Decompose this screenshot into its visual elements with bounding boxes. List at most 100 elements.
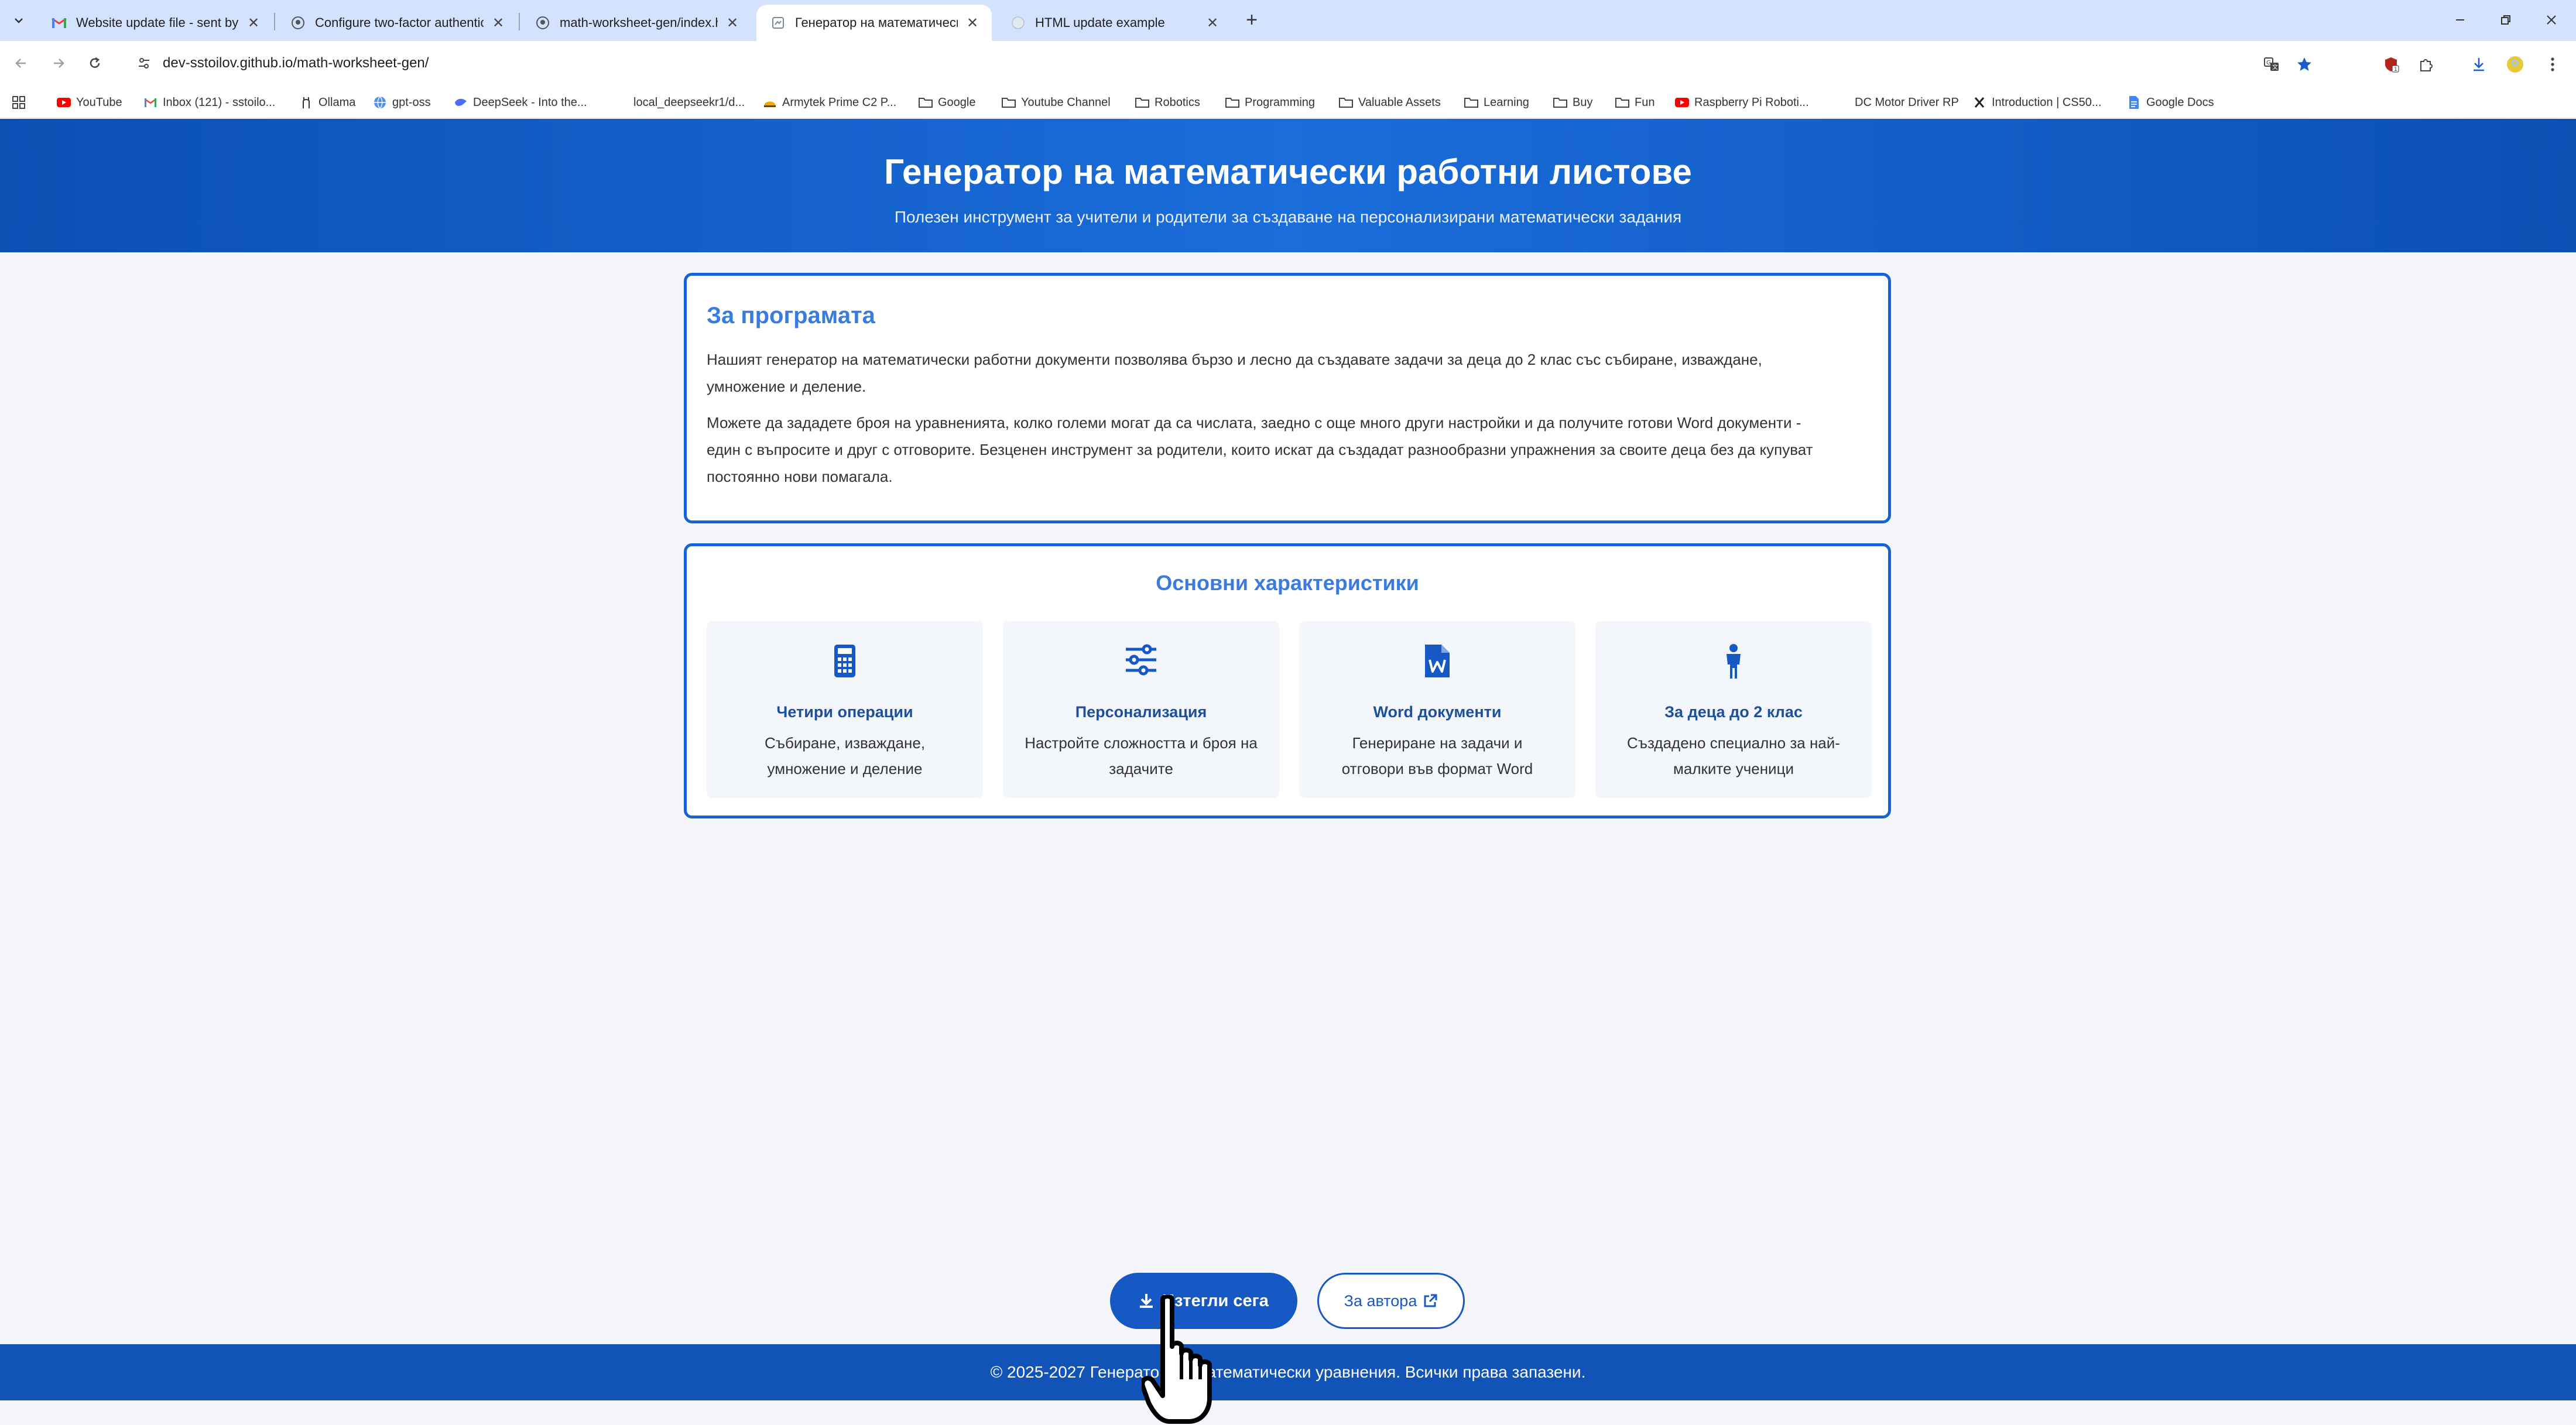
arrow-left-icon xyxy=(15,59,26,68)
chevron-down-icon xyxy=(15,18,23,23)
extension-shield-icon[interactable]: 1 xyxy=(2379,53,2403,76)
bookmark-ollama[interactable]: Ollama xyxy=(299,93,355,112)
gmail-icon xyxy=(143,95,158,110)
address-bar[interactable]: dev-sstoilov.github.io/math-worksheet-ge… xyxy=(130,48,2296,78)
bookmark-label: YouTube xyxy=(76,95,122,109)
github-icon xyxy=(535,15,550,30)
forward-button[interactable] xyxy=(47,52,70,75)
bookmark-folder-buy[interactable]: Buy xyxy=(1553,93,1592,112)
bookmark-folder-programming[interactable]: Programming xyxy=(1225,93,1315,112)
reload-button[interactable] xyxy=(83,52,107,75)
hand-pointer-cursor-icon xyxy=(1142,1295,1212,1424)
youtube-icon xyxy=(1674,95,1690,110)
bookmarks-bar: YouTube Inbox (121) - sstoilo... Ollama … xyxy=(0,85,2576,118)
bookmark-label: Fun xyxy=(1635,95,1655,109)
bookmark-label: Programming xyxy=(1245,95,1316,109)
external-link-icon xyxy=(1423,1293,1438,1308)
tab-strip: Website update file - sent by st ✕ Confi… xyxy=(0,0,2576,41)
url-text: dev-sstoilov.github.io/math-worksheet-ge… xyxy=(163,55,429,71)
tab-github-2fa[interactable]: Configure two-factor authentic ✕ xyxy=(276,5,518,41)
gmail-icon xyxy=(52,15,67,30)
tab-html-example[interactable]: HTML update example ✕ xyxy=(996,5,1232,41)
close-tab-icon[interactable]: ✕ xyxy=(724,14,741,32)
tab-math-generator[interactable]: Генератор на математически р ✕ xyxy=(756,5,992,41)
folder-icon xyxy=(1464,95,1479,110)
globe-icon xyxy=(372,95,388,110)
bookmark-inbox[interactable]: Inbox (121) - sstoilo... xyxy=(143,93,275,112)
extensions-puzzle-icon[interactable] xyxy=(2414,53,2438,76)
about-card: За програмата Нашият генератор на матема… xyxy=(684,273,1891,523)
hero-banner: Генератор на математически работни листо… xyxy=(0,119,2576,252)
close-window-button[interactable] xyxy=(2528,6,2575,34)
bookmark-label: Robotics xyxy=(1155,95,1200,109)
bookmark-local-deepseek[interactable]: local_deepseekr1/d... xyxy=(624,93,745,112)
bookmark-google-docs[interactable]: Google Docs xyxy=(2126,93,2214,112)
tab-title: Website update file - sent by st xyxy=(76,15,239,30)
folder-icon xyxy=(1001,95,1016,110)
bookmark-folder-valuable-assets[interactable]: Valuable Assets xyxy=(1338,93,1441,112)
about-paragraph-1: Нашият генератор на математически работн… xyxy=(707,346,1872,400)
feature-desc-line1: Настройте сложността и броя на xyxy=(1025,734,1258,752)
arrow-right-icon xyxy=(54,59,64,68)
close-tab-icon[interactable]: ✕ xyxy=(1204,14,1221,32)
page-icon xyxy=(770,15,786,30)
about-p2-line1: Можете да зададете броя на уравненията, … xyxy=(707,414,1801,431)
bookmark-folder-robotics[interactable]: Robotics xyxy=(1135,93,1200,112)
restore-button[interactable] xyxy=(2482,6,2529,34)
tab-github-index[interactable]: math-worksheet-gen/index.htm ✕ xyxy=(521,5,752,41)
profile-avatar-icon[interactable] xyxy=(2503,53,2527,76)
page-title: Генератор на математически работни листо… xyxy=(884,152,1692,191)
browser-toolbar: dev-sstoilov.github.io/math-worksheet-ge… xyxy=(0,41,2576,85)
bookmark-label: Valuable Assets xyxy=(1358,95,1441,109)
close-tab-icon[interactable]: ✕ xyxy=(964,14,981,32)
apps-grid-icon[interactable] xyxy=(12,93,26,112)
tab-title: Генератор на математически р xyxy=(795,15,958,30)
about-paragraph-2: Можете да зададете броя на уравненията, … xyxy=(707,409,1872,490)
bookmark-star-icon[interactable] xyxy=(2293,53,2316,76)
minimize-button[interactable] xyxy=(2437,6,2483,34)
bookmark-label: Armytek Prime C2 P... xyxy=(782,95,897,109)
about-p2-line3: постоянно нови помагала. xyxy=(707,468,893,485)
bookmark-dc-motor-driver[interactable]: DC Motor Driver RP xyxy=(1845,93,1959,112)
close-tab-icon[interactable]: ✕ xyxy=(245,14,262,32)
bookmark-label: DC Motor Driver RP xyxy=(1855,95,1959,109)
tab-title: math-worksheet-gen/index.htm xyxy=(560,15,718,30)
bookmark-deepseek[interactable]: DeepSeek - Into the... xyxy=(453,93,587,112)
feature-four-operations: Четири операции Събиране, изваждане, умн… xyxy=(707,621,983,798)
bookmark-cs50[interactable]: Introduction | CS50... xyxy=(1972,93,2102,112)
page-bottom-area xyxy=(0,1400,2576,1425)
tab-gmail[interactable]: Website update file - sent by st ✕ xyxy=(37,5,273,41)
globe-icon xyxy=(1010,15,1026,30)
bookmark-label: Google xyxy=(938,95,976,109)
site-info-icon[interactable] xyxy=(132,52,156,75)
translate-icon[interactable]: G文 xyxy=(2260,53,2283,76)
folder-icon xyxy=(1338,95,1354,110)
about-author-button[interactable]: За автора xyxy=(1317,1273,1465,1329)
bookmark-folder-learning[interactable]: Learning xyxy=(1464,93,1529,112)
bookmark-label: Ollama xyxy=(318,95,356,109)
menu-kebab-icon[interactable] xyxy=(2541,53,2564,76)
docs-icon xyxy=(2126,95,2142,110)
bookmark-label: Learning xyxy=(1484,95,1529,109)
tab-search-button[interactable] xyxy=(8,10,29,31)
bookmark-folder-google[interactable]: Google xyxy=(918,93,976,112)
bookmark-folder-fun[interactable]: Fun xyxy=(1615,93,1654,112)
page-subtitle: Полезен инструмент за учители и родители… xyxy=(894,208,1682,226)
bookmark-youtube[interactable]: YouTube xyxy=(56,93,122,112)
bookmark-folder-youtube-channel[interactable]: Youtube Channel xyxy=(1001,93,1111,112)
bookmark-gpt-oss[interactable]: gpt-oss xyxy=(372,93,431,112)
bookmark-armytek[interactable]: Armytek Prime C2 P... xyxy=(762,93,896,112)
sliders-icon xyxy=(1003,643,1279,681)
feature-title: Word документи xyxy=(1373,703,1502,721)
download-icon[interactable] xyxy=(2467,53,2491,76)
feature-desc-line2: задачите xyxy=(1109,760,1173,777)
github-icon xyxy=(290,15,306,30)
blank-icon xyxy=(624,95,629,110)
new-tab-button[interactable]: + xyxy=(1240,8,1263,32)
features-heading: Основни характеристики xyxy=(1156,571,1419,595)
about-p2-line2: един с въпросите и друг с отговорите. Бе… xyxy=(707,441,1813,458)
bookmark-raspberry-pi[interactable]: Raspberry Pi Roboti... xyxy=(1674,93,1809,112)
back-button[interactable] xyxy=(9,52,33,75)
close-tab-icon[interactable]: ✕ xyxy=(489,14,507,32)
bookmark-label: Buy xyxy=(1573,95,1593,109)
